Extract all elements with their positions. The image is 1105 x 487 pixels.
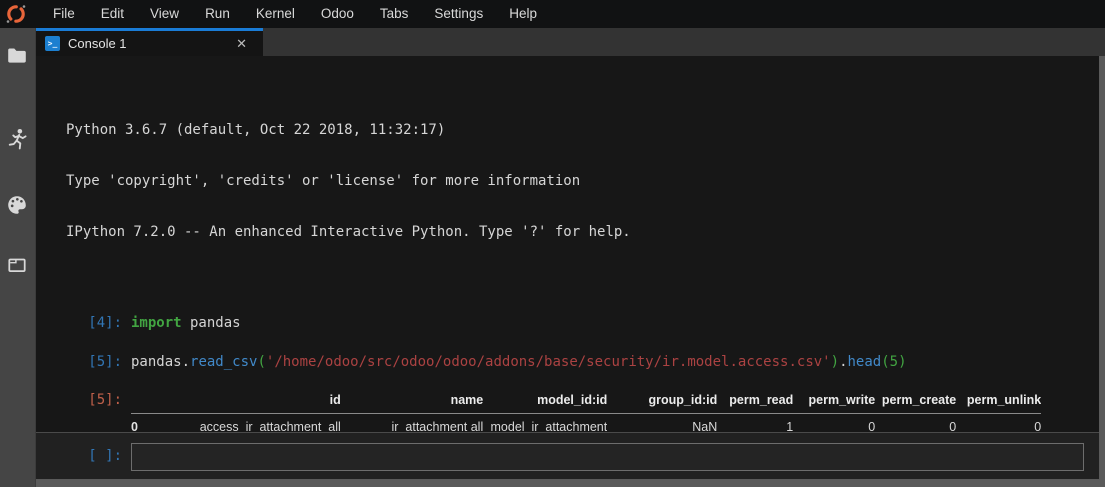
df-body: 0access_ir_attachment_allir_attachment a… [131,414,1041,433]
banner-line: Python 3.6.7 (default, Oct 22 2018, 11:3… [66,122,1099,139]
console-tab-icon: >_ [45,36,60,51]
df-col-header: model_id:id [483,387,607,414]
banner-line: IPython 7.2.0 -- An enhanced Interactive… [66,224,1099,241]
code-cell: [5]:pandas.read_csv('/home/odoo/src/odoo… [36,354,1099,371]
console-input-region: [ ]: [36,432,1099,479]
df-cell: 1 [717,414,793,433]
df-col-header: id [149,387,341,414]
input-prompt: [4]: [36,315,131,332]
code-line: import pandas [131,315,241,332]
df-row: 0access_ir_attachment_allir_attachment a… [131,414,1041,433]
palette-icon[interactable] [6,194,28,216]
kernel-banner: Python 3.6.7 (default, Oct 22 2018, 11:3… [66,88,1099,275]
main-dock-panel: >_ Console 1 ✕ Python 3.6.7 (default, Oc… [36,28,1105,487]
menu-item-view[interactable]: View [137,0,192,28]
df-cell: 0 [875,414,956,433]
df-col-header: name [341,387,483,414]
console-panel: Python 3.6.7 (default, Oct 22 2018, 11:3… [36,56,1099,479]
bottom-frame-strip [36,479,1105,487]
df-col-header: perm_write [793,387,875,414]
menubar-items: FileEditViewRunKernelOdooTabsSettingsHel… [40,0,550,28]
menu-item-run[interactable]: Run [192,0,243,28]
tab-label: Console 1 [68,36,236,51]
tabs-panel-icon[interactable] [6,254,28,276]
df-cell: model_ir_attachment [483,414,607,433]
df-index-header [131,387,149,414]
left-sidebar [0,28,36,487]
input-prompt: [5]: [36,354,131,371]
code-line: pandas.read_csv('/home/odoo/src/odoo/odo… [131,354,907,371]
df-col-header: perm_read [717,387,793,414]
banner-line: Type 'copyright', 'credits' or 'license'… [66,173,1099,190]
tab-bar: >_ Console 1 ✕ [36,28,1105,56]
right-frame-strip [1099,56,1105,487]
jupyter-spinner-logo-icon [5,3,27,25]
menu-item-odoo[interactable]: Odoo [308,0,367,28]
console-input[interactable] [131,443,1084,471]
menu-item-help[interactable]: Help [496,0,550,28]
menu-item-kernel[interactable]: Kernel [243,0,308,28]
menubar: FileEditViewRunKernelOdooTabsSettingsHel… [0,0,1105,28]
running-man-icon[interactable] [6,128,28,150]
df-header-row: idnamemodel_id:idgroup_id:idperm_readper… [131,387,1041,414]
df-cell: NaN [607,414,717,433]
dataframe-table: idnamemodel_id:idgroup_id:idperm_readper… [131,387,1041,432]
df-col-header: group_id:id [607,387,717,414]
cells: [4]:import pandas [5]:pandas.read_csv('/h… [36,315,1099,371]
menu-item-file[interactable]: File [40,0,88,28]
code-cell: [4]:import pandas [36,315,1099,332]
input-prompt-empty: [ ]: [36,443,131,479]
menu-item-tabs[interactable]: Tabs [367,0,422,28]
tab-close-icon[interactable]: ✕ [236,36,247,52]
df-col-header: perm_create [875,387,956,414]
tab-console-1[interactable]: >_ Console 1 ✕ [36,28,263,56]
output-prompt: [5]: [36,387,131,432]
console-history: Python 3.6.7 (default, Oct 22 2018, 11:3… [36,56,1099,432]
output-area: [5]: idnamemodel_id:idgroup_id:idperm_re… [36,387,1099,432]
df-cell: 0 [956,414,1041,433]
folder-icon[interactable] [6,45,28,67]
menu-item-settings[interactable]: Settings [421,0,496,28]
df-cell: ir_attachment all [341,414,483,433]
df-cell: 0 [793,414,875,433]
df-index-cell: 0 [131,414,149,433]
df-cell: access_ir_attachment_all [149,414,341,433]
df-col-header: perm_unlink [956,387,1041,414]
menu-item-edit[interactable]: Edit [88,0,137,28]
